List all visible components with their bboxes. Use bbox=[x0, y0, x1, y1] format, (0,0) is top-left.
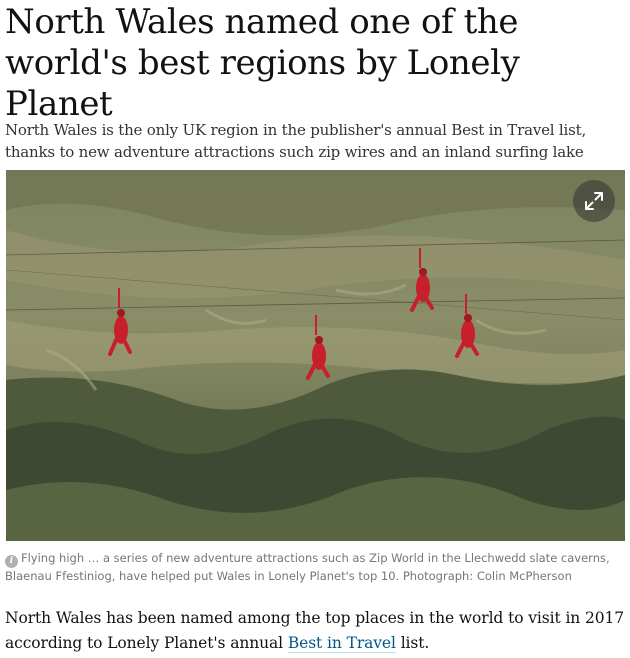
expand-arrows-icon bbox=[585, 192, 603, 210]
expand-image-button[interactable] bbox=[573, 180, 615, 222]
article-body-paragraph: North Wales has been named among the top… bbox=[5, 606, 625, 656]
best-in-travel-link[interactable]: Best in Travel bbox=[287, 634, 396, 653]
zipline-photo bbox=[6, 170, 625, 541]
body-text-end: list. bbox=[395, 634, 430, 652]
article-main-image bbox=[6, 170, 625, 541]
article-headline: North Wales named one of the world's bes… bbox=[5, 2, 520, 124]
article-standfirst: North Wales is the only UK region in the… bbox=[5, 121, 587, 161]
caption-text: Flying high … a series of new adventure … bbox=[5, 551, 610, 583]
image-caption: i Flying high … a series of new adventure… bbox=[5, 550, 625, 585]
info-icon: i bbox=[5, 555, 18, 568]
